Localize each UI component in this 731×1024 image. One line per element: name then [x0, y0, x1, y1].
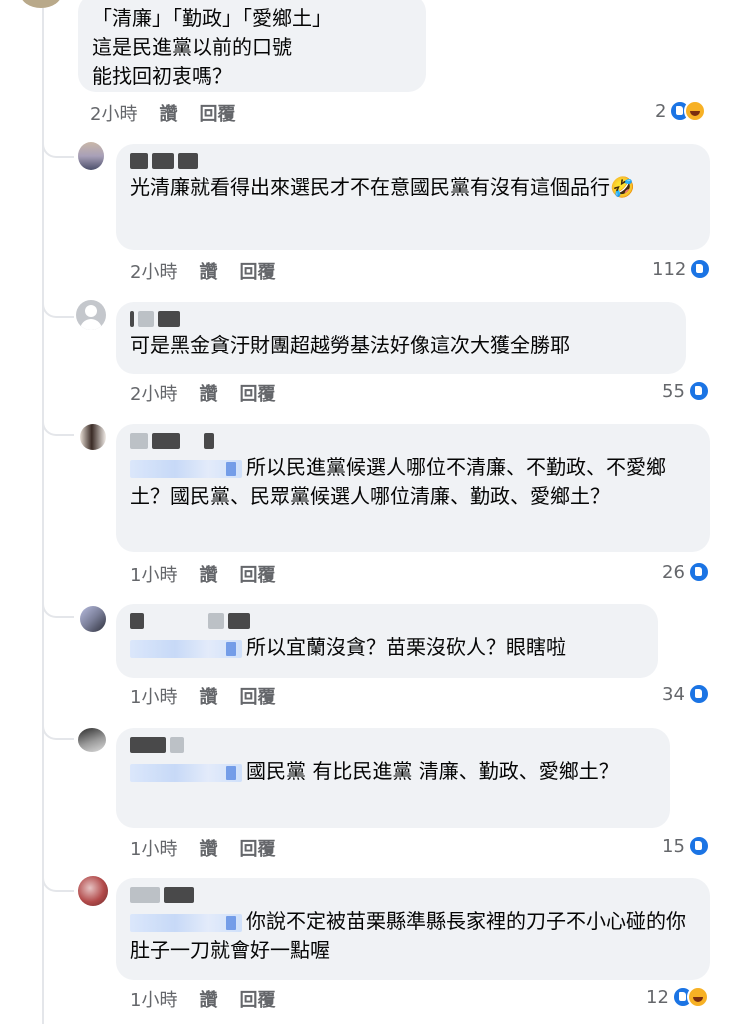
timestamp[interactable]: 2小時: [90, 100, 137, 126]
comment-text: 國民黨 有比民進黨 清廉、勤政、愛鄉土？: [246, 759, 619, 783]
like-button[interactable]: 讚: [199, 683, 217, 709]
comment-text: 所以宜蘭沒貪？苗栗沒砍人？眼瞎啦: [246, 635, 566, 659]
comment-bubble: 光清廉就看得出來選民才不在意國民黨有沒有這個品行🤣: [116, 144, 710, 250]
avatar[interactable]: [78, 142, 104, 170]
mention-tag[interactable]: [130, 639, 242, 658]
timestamp[interactable]: 2小時: [130, 380, 177, 406]
avatar[interactable]: [80, 606, 106, 632]
avatar[interactable]: [76, 300, 106, 330]
timestamp[interactable]: 1小時: [130, 683, 177, 709]
reaction-count: 12: [646, 986, 669, 1008]
comment-body: 國民黨 有比民進黨 清廉、勤政、愛鄉土？: [130, 757, 656, 786]
comment-actions: 2小時 讚 回覆: [130, 258, 275, 284]
comment-text: 「清廉」「勤政」「愛鄉土」 這是民進黨以前的口號 能找回初衷嗎？: [92, 6, 332, 88]
commenter-name[interactable]: [130, 150, 696, 172]
reaction-count: 2: [655, 100, 667, 122]
reply-connector: [42, 722, 74, 740]
reply-connector: [42, 300, 74, 318]
comment-actions: 1小時 讚 回覆: [130, 835, 275, 861]
comment-bubble: 所以民進黨候選人哪位不清廉、不勤政、不愛鄉土？國民黨、民眾黨候選人哪位清廉、勤政…: [116, 424, 710, 552]
commenter-name[interactable]: [130, 430, 696, 452]
timestamp[interactable]: 2小時: [130, 258, 177, 284]
like-icon: [689, 258, 712, 280]
reaction-count: 26: [662, 561, 685, 583]
reaction-summary[interactable]: 26: [662, 561, 710, 583]
like-icon: [687, 835, 710, 857]
reply-button[interactable]: 回覆: [239, 835, 275, 861]
comment-actions: 1小時 讚 回覆: [130, 683, 275, 709]
reply-connector: [42, 140, 74, 158]
reaction-summary[interactable]: 112: [652, 258, 712, 280]
default-avatar-icon: [85, 305, 97, 317]
reply-button[interactable]: 回覆: [239, 258, 275, 284]
timestamp[interactable]: 1小時: [130, 986, 177, 1012]
like-icon: [687, 561, 710, 583]
reaction-summary[interactable]: 34: [662, 683, 710, 705]
haha-icon: [686, 986, 709, 1008]
reply-button[interactable]: 回覆: [239, 561, 275, 587]
reply-button[interactable]: 回覆: [199, 100, 235, 126]
like-button[interactable]: 讚: [199, 380, 217, 406]
avatar[interactable]: [78, 728, 106, 752]
like-button[interactable]: 讚: [159, 100, 177, 126]
reaction-count: 15: [662, 835, 685, 857]
reply-button[interactable]: 回覆: [239, 380, 275, 406]
thread-line: [42, 0, 44, 1024]
reply-connector: [42, 418, 74, 436]
comment-body: 你說不定被苗栗縣準縣長家裡的刀子不小心碰的你肚子一刀就會好一點喔: [130, 907, 696, 965]
mention-tag[interactable]: [130, 913, 242, 932]
reaction-summary[interactable]: 2: [655, 100, 707, 122]
commenter-name[interactable]: [130, 308, 672, 330]
commenter-name[interactable]: [130, 734, 656, 756]
comment-text: 可是黑金貪汙財團超越勞基法好像這次大獲全勝耶: [130, 333, 570, 357]
commenter-name[interactable]: [130, 610, 644, 632]
reaction-summary[interactable]: 12: [646, 986, 709, 1008]
comment-actions: 1小時 讚 回覆: [130, 986, 275, 1012]
like-icon: [687, 683, 710, 705]
comment-bubble: 所以宜蘭沒貪？苗栗沒砍人？眼瞎啦: [116, 604, 658, 678]
avatar[interactable]: [78, 876, 108, 906]
comment-bubble: 「清廉」「勤政」「愛鄉土」 這是民進黨以前的口號 能找回初衷嗎？: [78, 0, 426, 92]
mention-tag[interactable]: [130, 459, 242, 478]
commenter-name[interactable]: [130, 884, 696, 906]
mention-tag[interactable]: [130, 763, 242, 782]
reaction-summary[interactable]: 55: [662, 380, 710, 402]
comment-bubble: 你說不定被苗栗縣準縣長家裡的刀子不小心碰的你肚子一刀就會好一點喔: [116, 878, 710, 980]
comment-body: 所以宜蘭沒貪？苗栗沒砍人？眼瞎啦: [130, 633, 644, 662]
timestamp[interactable]: 1小時: [130, 835, 177, 861]
like-button[interactable]: 讚: [199, 986, 217, 1012]
timestamp[interactable]: 1小時: [130, 561, 177, 587]
comment-actions: 1小時 讚 回覆: [130, 561, 275, 587]
reply-connector: [42, 600, 74, 618]
reaction-count: 112: [652, 258, 687, 280]
reply-connector: [42, 874, 74, 892]
reply-button[interactable]: 回覆: [239, 986, 275, 1012]
avatar[interactable]: [20, 0, 62, 8]
reaction-count: 34: [662, 683, 685, 705]
comment-body: 所以民進黨候選人哪位不清廉、不勤政、不愛鄉土？國民黨、民眾黨候選人哪位清廉、勤政…: [130, 453, 696, 511]
comment-text: 光清廉就看得出來選民才不在意國民黨有沒有這個品行🤣: [130, 175, 635, 199]
like-icon: [687, 380, 710, 402]
comment-actions: 2小時 讚 回覆: [130, 380, 275, 406]
comment-bubble: 可是黑金貪汙財團超越勞基法好像這次大獲全勝耶: [116, 302, 686, 374]
avatar[interactable]: [80, 424, 106, 450]
like-button[interactable]: 讚: [199, 835, 217, 861]
reaction-count: 55: [662, 380, 685, 402]
like-button[interactable]: 讚: [199, 258, 217, 284]
comment-actions: 2小時 讚 回覆: [90, 100, 235, 126]
comment-bubble: 國民黨 有比民進黨 清廉、勤政、愛鄉土？: [116, 728, 670, 828]
haha-icon: [684, 100, 707, 122]
reply-button[interactable]: 回覆: [239, 683, 275, 709]
like-button[interactable]: 讚: [199, 561, 217, 587]
reaction-summary[interactable]: 15: [662, 835, 710, 857]
